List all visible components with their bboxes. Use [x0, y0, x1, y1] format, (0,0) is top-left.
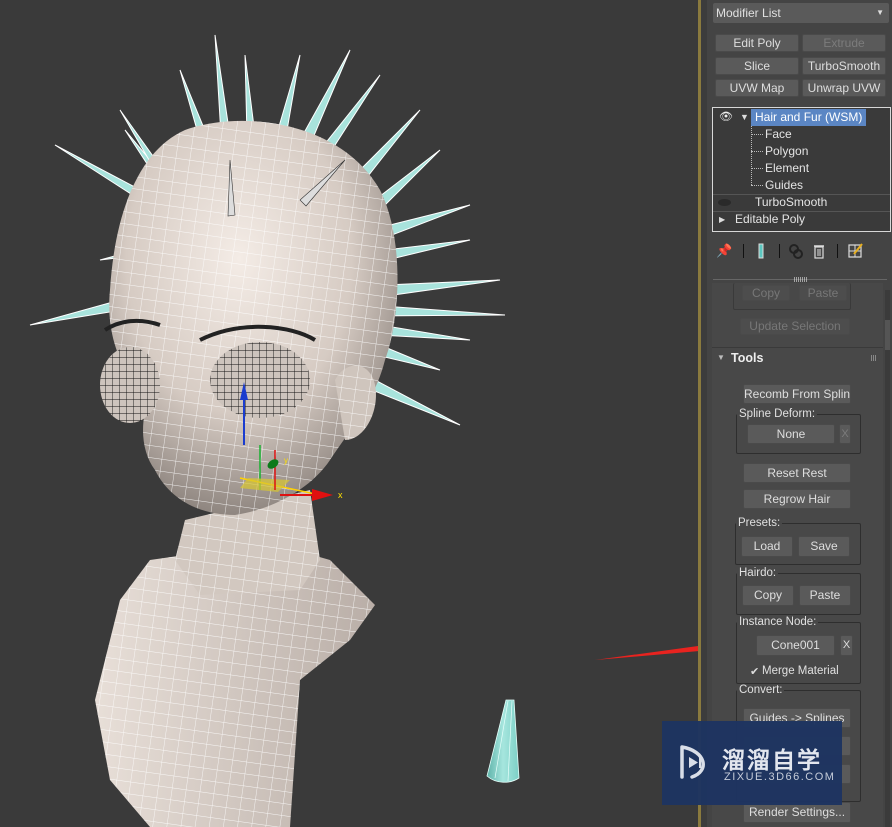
hairdo-label: Hairdo: [737, 567, 779, 579]
scene-render: x y [29, 34, 698, 827]
pin-stack-icon[interactable]: 📌 [716, 242, 732, 260]
chevron-down-icon: ▼ [876, 8, 884, 17]
slice-button[interactable]: Slice [715, 57, 799, 75]
modifier-list-label: Modifier List [716, 6, 781, 20]
instance-node-pick-button[interactable]: Cone001 [756, 635, 835, 656]
head-mesh [100, 120, 398, 515]
tools-rollout-title: Tools [731, 351, 764, 365]
command-panel-modify: Modifier List ▼ Edit Poly Extrude Slice … [707, 0, 892, 827]
update-selection-button[interactable]: Update Selection [740, 318, 850, 335]
configure-modifier-sets-icon[interactable] [847, 242, 863, 260]
expand-triangle-icon[interactable]: ▶ [719, 211, 725, 228]
convert-label: Convert: [737, 684, 785, 696]
watermark-title: 溜溜自学 [722, 747, 822, 773]
spline-deform-clear-button[interactable]: X [839, 424, 851, 444]
stack-item-label: Polygon [765, 144, 809, 158]
modifier-list-dropdown[interactable]: Modifier List ▼ [713, 3, 889, 23]
recomb-from-splines-button[interactable]: Recomb From Splines [743, 384, 851, 404]
annotation-arrow [595, 646, 698, 660]
bust-mesh [95, 490, 375, 827]
play-logo-icon [680, 745, 705, 779]
extrude-button[interactable]: Extrude [802, 34, 886, 52]
unwrap-uvw-button[interactable]: Unwrap UVW [802, 79, 886, 97]
selection-copy-button[interactable]: Copy [742, 285, 790, 301]
selection-paste-button[interactable]: Paste [799, 285, 847, 301]
toolbar-separator [837, 244, 838, 258]
drag-grip-icon[interactable] [871, 355, 877, 361]
collapse-triangle-icon[interactable]: ▼ [717, 353, 725, 362]
stack-item-label: Editable Poly [735, 212, 806, 226]
watermark-overlay: 溜溜自学 ZIXUE.3D66.COM [662, 721, 842, 805]
make-unique-icon[interactable] [788, 242, 804, 260]
axis-y-label: y [284, 456, 288, 465]
stack-item-label: Guides [765, 178, 804, 192]
uvw-map-button[interactable]: UVW Map [715, 79, 799, 97]
hairdo-copy-button[interactable]: Copy [742, 585, 794, 606]
hairdo-paste-button[interactable]: Paste [799, 585, 851, 606]
regrow-hair-button[interactable]: Regrow Hair [743, 489, 851, 509]
edit-poly-button[interactable]: Edit Poly [715, 34, 799, 52]
sub-object-guides[interactable]: Guides [713, 177, 890, 194]
scrollbar-thumb[interactable] [885, 320, 890, 350]
reset-rest-button[interactable]: Reset Rest [743, 463, 851, 483]
watermark-url: ZIXUE.3D66.COM [724, 771, 836, 783]
toolbar-separator [779, 244, 780, 258]
eye-icon[interactable]: 👁 [719, 109, 733, 126]
sub-object-element[interactable]: Element [713, 160, 890, 177]
presets-load-button[interactable]: Load [741, 536, 793, 557]
modifier-stack[interactable]: 👁 ▼ Hair and Fur (WSM) Face Polygon Elem… [712, 107, 891, 232]
spline-deform-pick-button[interactable]: None [747, 424, 835, 444]
cone001-object [486, 699, 520, 783]
stack-toolbar: 📌 [713, 240, 889, 262]
toolbar-separator [743, 244, 744, 258]
sub-object-polygon[interactable]: Polygon [713, 143, 890, 160]
turbosmooth-button[interactable]: TurboSmooth [802, 57, 886, 75]
stack-item-label: TurboSmooth [755, 195, 828, 209]
stack-item-turbosmooth[interactable]: TurboSmooth [713, 194, 890, 211]
presets-label: Presets: [736, 517, 783, 529]
tools-rollout-header[interactable]: ▼ Tools [711, 350, 883, 368]
stack-item-label: Element [765, 161, 810, 175]
merge-material-label: Merge Material [762, 665, 839, 677]
show-end-result-icon[interactable] [753, 242, 769, 260]
perspective-viewport[interactable]: x y [0, 0, 698, 827]
merge-material-checkbox[interactable]: ✔ [750, 665, 759, 678]
instance-node-clear-button[interactable]: X [840, 635, 853, 656]
presets-save-button[interactable]: Save [798, 536, 850, 557]
axis-x-label: x [338, 490, 343, 500]
expand-triangle-icon[interactable]: ▼ [740, 109, 749, 126]
resize-grip-icon[interactable] [794, 277, 808, 282]
remove-modifier-icon[interactable] [811, 242, 827, 260]
stack-item-editable-poly[interactable]: ▶ Editable Poly [713, 211, 890, 228]
panel-scrollbar[interactable] [885, 290, 890, 827]
instance-node-label: Instance Node: [737, 616, 819, 628]
spline-deform-label: Spline Deform: [737, 408, 818, 420]
eye-off-icon[interactable] [718, 199, 731, 206]
render-settings-button[interactable]: Render Settings... [743, 802, 851, 823]
sub-object-face[interactable]: Face [713, 126, 890, 143]
stack-item-hair-and-fur[interactable]: 👁 ▼ Hair and Fur (WSM) [713, 109, 890, 126]
stack-item-label: Face [765, 127, 792, 141]
stack-item-label: Hair and Fur (WSM) [751, 109, 867, 126]
